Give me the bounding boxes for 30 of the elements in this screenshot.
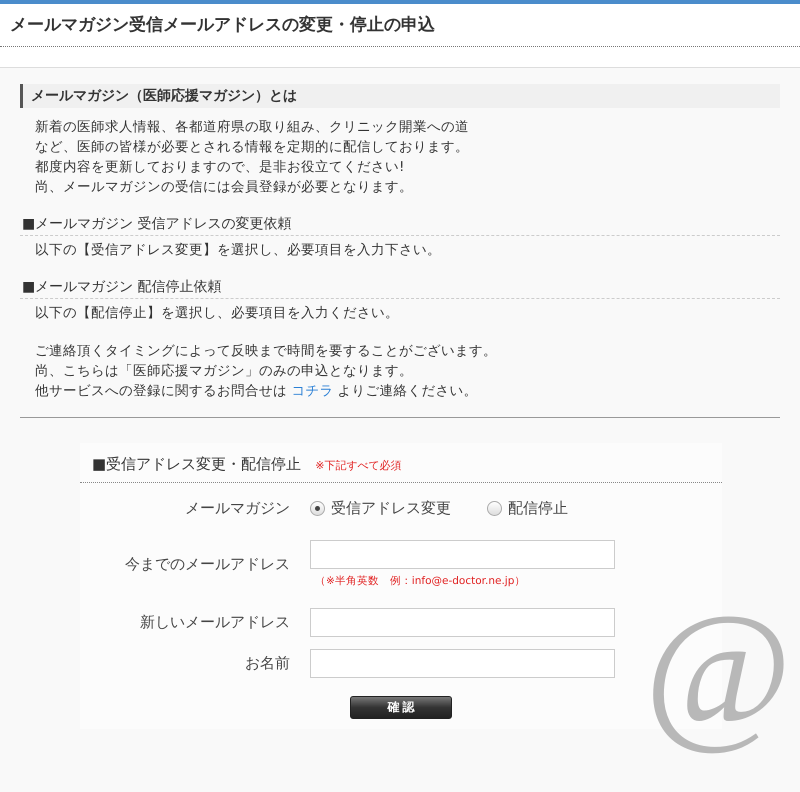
radio-option[interactable]: 配信停止 (487, 499, 568, 518)
field-label: お名前 (244, 654, 290, 673)
at-sign-decoration: @ (644, 579, 793, 760)
description-line: 尚、メールマガジンの受信には会員登録が必要となります。 (35, 178, 414, 197)
field-label: 新しいメールアドレス (139, 613, 290, 632)
radio-icon[interactable] (310, 501, 325, 516)
field-label: メールマガジン (184, 499, 290, 518)
form-title: ■受信アドレス変更・配信停止 (92, 455, 302, 474)
instruction-text: 以下の【配信停止】を選択し、必要項目を入力ください。 (34, 304, 400, 323)
confirm-button[interactable]: 確 認 (350, 696, 452, 719)
description-line: 新着の医師求人情報、各都道府県の取り組み、クリニック開業への道 (35, 118, 470, 137)
section-heading: メールマガジン（医師応援マガジン）とは (20, 84, 780, 108)
note-line: ご連絡頂くタイミングによって反映まで時間を要することがございます。 (35, 342, 498, 361)
input-field[interactable] (310, 608, 615, 637)
instruction-text: 以下の【受信アドレス変更】を選択し、必要項目を入力下さい。 (34, 241, 442, 260)
field-label: 今までのメールアドレス (124, 554, 290, 574)
contact-sentence: 他サービスへの登録に関するお問合せは コチラ よりご連絡ください。 (35, 382, 479, 401)
field-hint: （※半角英数 例：info@e-doctor.ne.jp） (315, 574, 526, 588)
contact-link[interactable]: コチラ (291, 383, 334, 399)
input-field[interactable] (310, 540, 615, 569)
subsection-heading: ■メールマガジン 配信停止依頼 (20, 278, 780, 299)
required-note: ※下記すべて必須 (315, 458, 402, 473)
input-field[interactable] (310, 649, 615, 678)
description-line: など、医師の皆様が必要とされる情報を定期的に配信しております。 (35, 138, 470, 157)
description-line: 都度内容を更新しておりますので、是非お役立てください! (35, 158, 406, 177)
page-title: メールマガジン受信メールアドレスの変更・停止の申込 (0, 4, 800, 47)
subsection-heading: ■メールマガジン 受信アドレスの変更依頼 (20, 215, 780, 236)
radio-icon[interactable] (487, 501, 502, 516)
note-line: 尚、こちらは「医師応援マガジン」のみの申込となります。 (35, 362, 414, 381)
radio-option[interactable]: 受信アドレス変更 (310, 499, 451, 518)
